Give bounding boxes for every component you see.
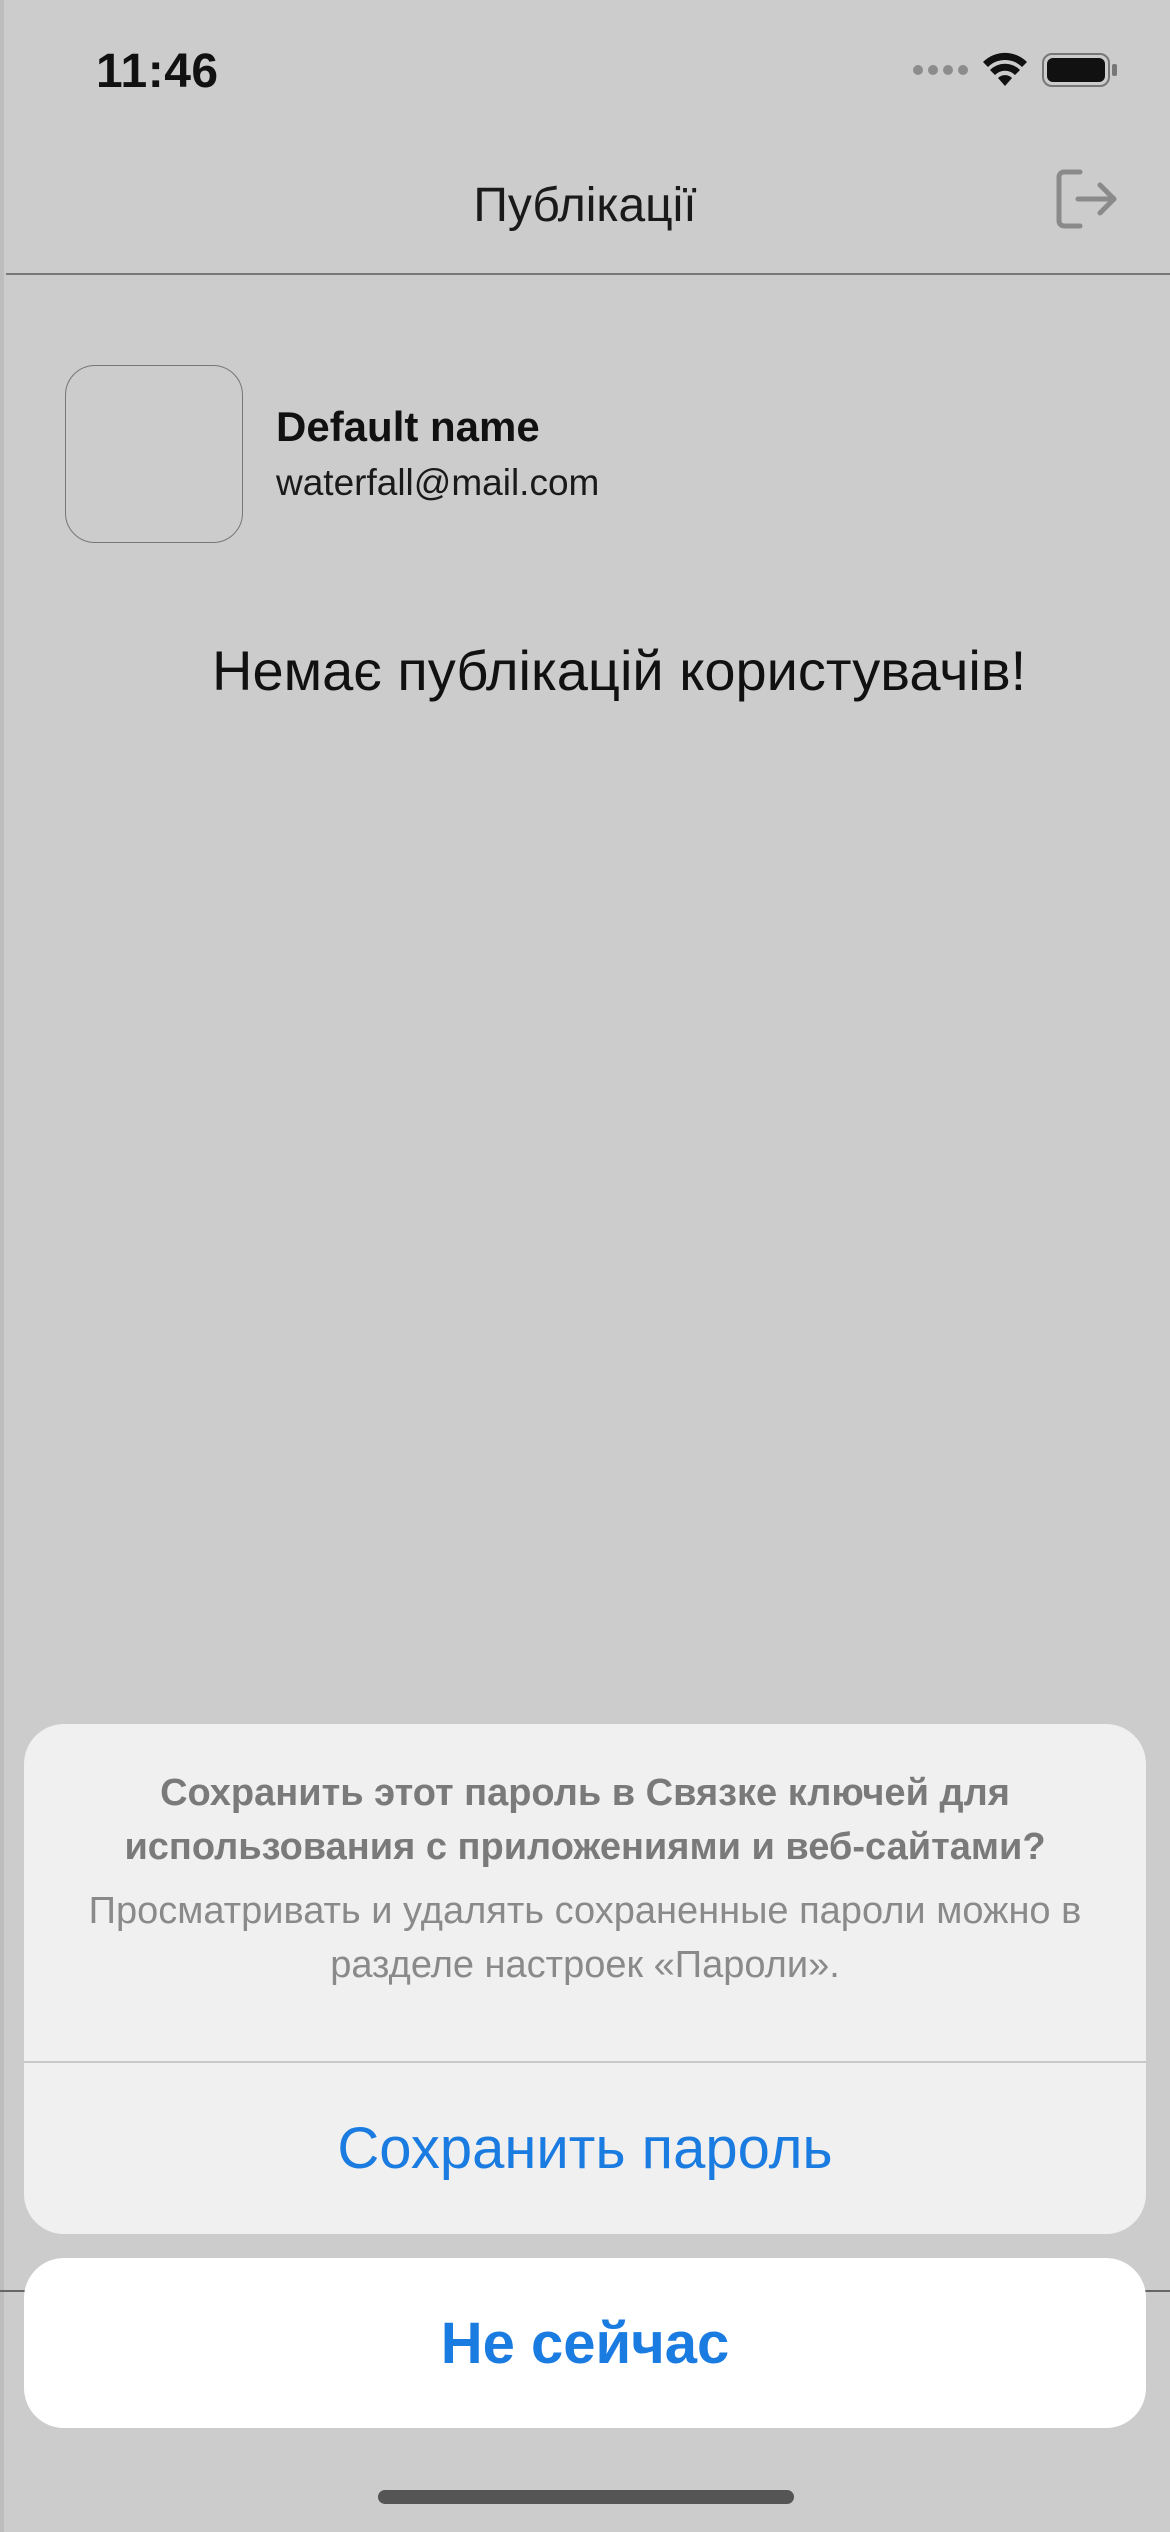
cellular-signal-icon	[913, 65, 968, 75]
save-password-sheet: Сохранить этот пароль в Связке ключей дл…	[24, 1724, 1146, 2234]
status-time: 11:46	[96, 45, 219, 98]
battery-icon	[1042, 53, 1117, 87]
sheet-title: Сохранить этот пароль в Связке ключей дл…	[124, 1772, 1046, 1868]
nav-divider	[6, 273, 1170, 275]
home-indicator[interactable]	[378, 2490, 794, 2504]
profile-name: Default name	[276, 403, 540, 450]
profile-email: waterfall@mail.com	[276, 462, 600, 503]
sheet-message: Просматривать и удалять сохраненные паро…	[88, 1890, 1082, 1986]
status-icons	[913, 52, 1118, 88]
logout-icon[interactable]	[1054, 166, 1120, 232]
avatar	[65, 365, 243, 543]
not-now-button[interactable]: Не сейчас	[24, 2258, 1146, 2428]
wifi-icon	[983, 52, 1027, 86]
save-password-button[interactable]: Сохранить пароль	[24, 2063, 1146, 2234]
page-title: Публікації	[473, 179, 697, 232]
app-screen: 11:46 Публікації Default name waterfall@…	[0, 0, 1170, 2532]
screen-edge	[0, 0, 4, 2532]
empty-publications-message: Немає публікацій користувачів!	[212, 639, 1027, 702]
